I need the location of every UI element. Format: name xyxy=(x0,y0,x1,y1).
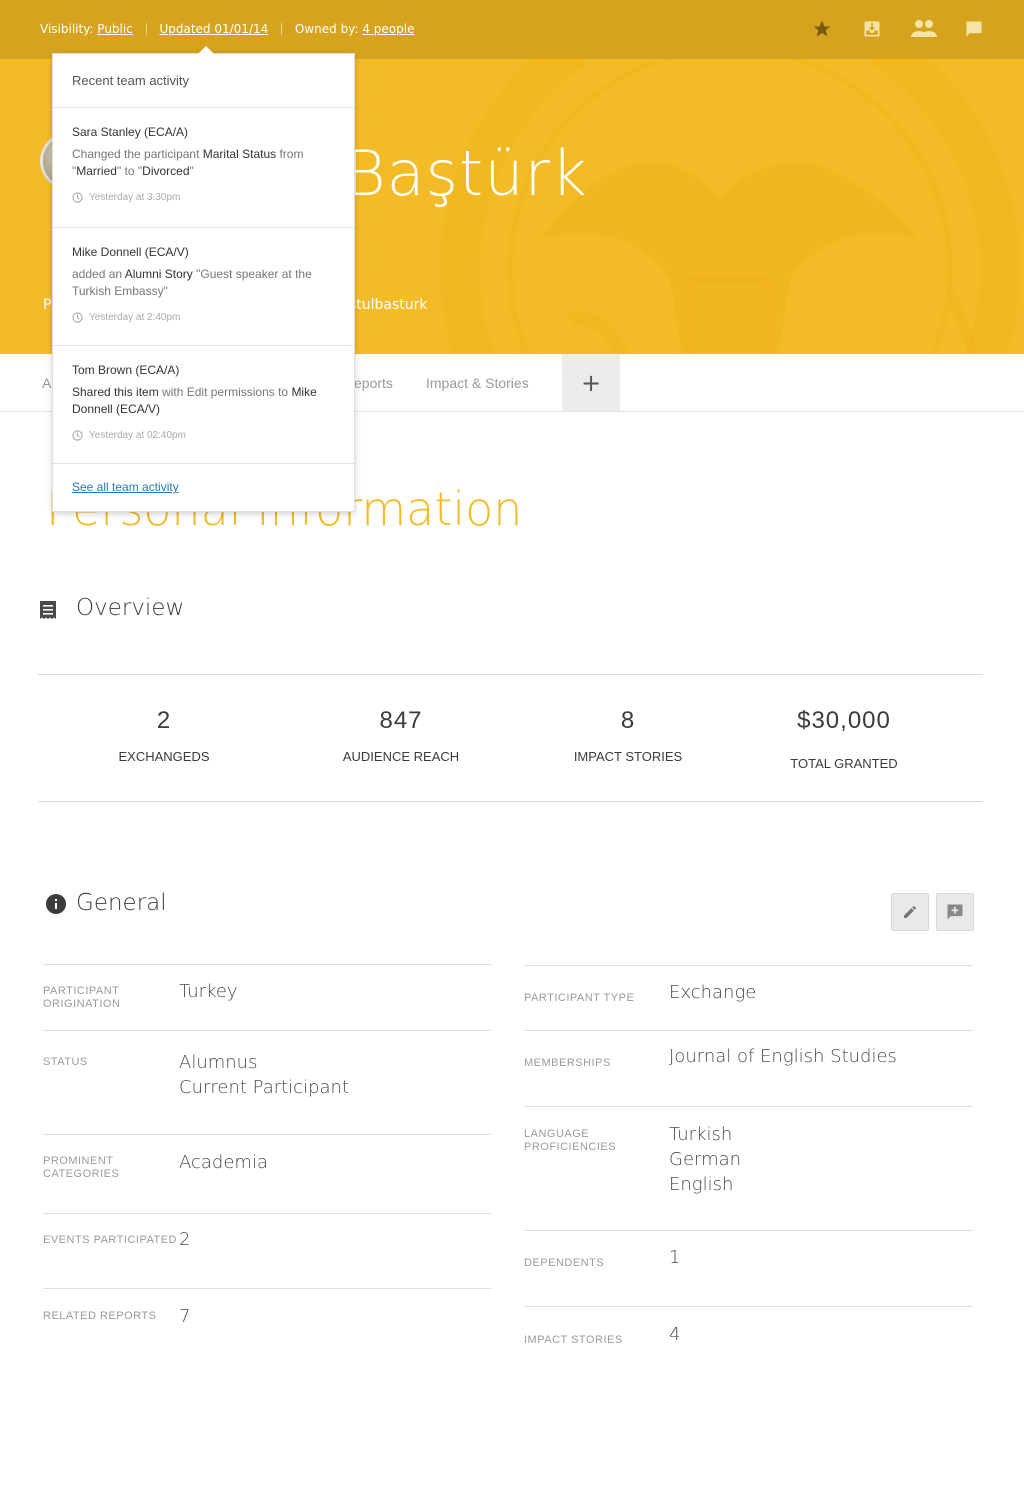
info-icon xyxy=(46,894,66,914)
field-label: Events Participated xyxy=(43,1234,177,1246)
activity-time: Yesterday at 2:40pm xyxy=(72,312,335,323)
hero-subtitle-fragment: P xyxy=(43,297,52,313)
edit-button[interactable] xyxy=(891,893,929,931)
divider xyxy=(145,23,147,35)
stat-value: 847 xyxy=(379,707,423,734)
clock-icon xyxy=(72,430,83,441)
clock-icon xyxy=(72,312,83,323)
field-value: Exchange xyxy=(669,982,757,1003)
activity-description: Changed the participant Marital Status f… xyxy=(72,147,304,178)
popover-arrow xyxy=(198,46,214,54)
tab-reports[interactable]: eports xyxy=(354,375,393,391)
receipt-icon xyxy=(40,601,56,619)
field-value: Academia xyxy=(179,1152,268,1173)
field-label: Prominent Categories xyxy=(43,1155,120,1180)
stat-value: 2 xyxy=(156,707,172,734)
tab-a[interactable]: A xyxy=(42,375,51,391)
activity-description: added an Alumni Story "Guest speaker at … xyxy=(72,267,312,298)
field-status: Status Alumnus Current Participant xyxy=(43,1030,491,1134)
stat-exchangeds: 2 Exchangeds xyxy=(54,707,274,764)
team-activity-popover: Recent team activity Sara Stanley (ECA/A… xyxy=(52,46,355,512)
field-label: Participant Origination xyxy=(43,985,121,1010)
stat-impact-stories: 8 Impact Stories xyxy=(518,707,738,764)
field-events-participated: Events Participated 2 xyxy=(43,1213,491,1288)
activity-time: Yesterday at 3:30pm xyxy=(72,192,335,203)
field-label: Participant Type xyxy=(524,992,635,1004)
people-icon[interactable] xyxy=(911,16,937,42)
field-label: Status xyxy=(43,1056,88,1068)
field-label: Dependents xyxy=(524,1257,605,1269)
field-label: Language Proficiencies xyxy=(524,1128,617,1153)
overview-stats: 2 Exchangeds 847 Audience Reach 8 Impact… xyxy=(38,674,983,802)
visibility-link[interactable]: Public xyxy=(97,22,133,36)
updated-link[interactable]: Updated 01/01/14 xyxy=(159,22,268,36)
field-label: Impact Stories xyxy=(524,1334,623,1346)
activity-time: Yesterday at 02:40pm xyxy=(72,430,335,441)
divider xyxy=(281,23,283,35)
field-label: Memberships xyxy=(524,1057,611,1069)
field-language-proficiencies: Language Proficiencies Turkish German En… xyxy=(524,1106,973,1230)
field-participant-type: Participant Type Exchange xyxy=(524,965,973,1030)
participant-handle: stulbasturk xyxy=(349,297,428,313)
field-related-reports: Related Reports 7 xyxy=(43,1288,491,1358)
inbox-download-icon[interactable] xyxy=(859,16,885,42)
clock-icon xyxy=(72,192,83,203)
owners-link[interactable]: 4 people xyxy=(362,22,414,36)
activity-item[interactable]: Sara Stanley (ECA/A) Changed the partici… xyxy=(53,108,354,228)
stat-total-granted: $30,000 Total Granted xyxy=(734,707,954,771)
stat-value: 8 xyxy=(620,707,636,734)
see-all-activity-link[interactable]: See all team activity xyxy=(72,480,179,494)
field-participant-origination: Participant Origination Turkey xyxy=(43,964,491,1030)
field-value: Turkey xyxy=(179,981,238,1002)
tab-impact-stories[interactable]: Impact & Stories xyxy=(426,375,529,391)
activity-item[interactable]: Mike Donnell (ECA/V) added an Alumni Sto… xyxy=(53,228,354,346)
top-bar: Visibility: Public Updated 01/01/14 Owne… xyxy=(0,0,1024,59)
item-meta: Visibility: Public Updated 01/01/14 Owne… xyxy=(40,22,414,36)
participant-name: Baştürk xyxy=(345,137,588,210)
stat-audience-reach: 847 Audience Reach xyxy=(291,707,511,764)
visibility-label: Visibility: xyxy=(40,22,94,36)
field-value: 7 xyxy=(179,1306,191,1327)
field-value: 1 xyxy=(669,1247,681,1268)
stat-value: $30,000 xyxy=(797,707,891,734)
activity-author: Sara Stanley (ECA/A) xyxy=(72,125,189,139)
comment-icon[interactable] xyxy=(961,16,987,42)
field-value: Journal of English Studies xyxy=(669,1046,897,1067)
field-label: Related Reports xyxy=(43,1310,157,1322)
add-comment-icon xyxy=(947,904,963,920)
star-icon[interactable] xyxy=(809,16,835,42)
stat-label: Impact Stories xyxy=(573,749,683,764)
activity-item[interactable]: Tom Brown (ECA/A) Shared this item with … xyxy=(53,346,354,464)
activity-author: Tom Brown (ECA/A) xyxy=(72,363,180,377)
field-value: 4 xyxy=(669,1324,681,1345)
stat-label: Audience Reach xyxy=(342,749,460,764)
field-prominent-categories: Prominent Categories Academia xyxy=(43,1134,491,1213)
owned-label: Owned by: xyxy=(294,22,359,36)
overview-heading: Overview xyxy=(76,595,185,621)
activity-author: Mike Donnell (ECA/V) xyxy=(72,245,189,259)
field-impact-stories: Impact Stories 4 xyxy=(524,1306,973,1366)
popover-title: Recent team activity xyxy=(53,54,354,108)
field-value: Turkish German English xyxy=(669,1124,742,1195)
stat-label: Exchangeds xyxy=(118,749,210,764)
add-tab-button[interactable]: + xyxy=(562,354,620,411)
stat-label: Total Granted xyxy=(790,756,898,771)
add-comment-button[interactable] xyxy=(936,893,974,931)
general-heading: General xyxy=(76,890,167,916)
pencil-icon xyxy=(904,906,916,918)
activity-description: Shared this item with Edit permissions t… xyxy=(72,385,317,416)
field-value: Alumnus Current Participant xyxy=(179,1052,349,1098)
field-value: 2 xyxy=(179,1229,191,1250)
field-dependents: Dependents 1 xyxy=(524,1230,973,1306)
field-memberships: Memberships Journal of English Studies xyxy=(524,1030,973,1106)
